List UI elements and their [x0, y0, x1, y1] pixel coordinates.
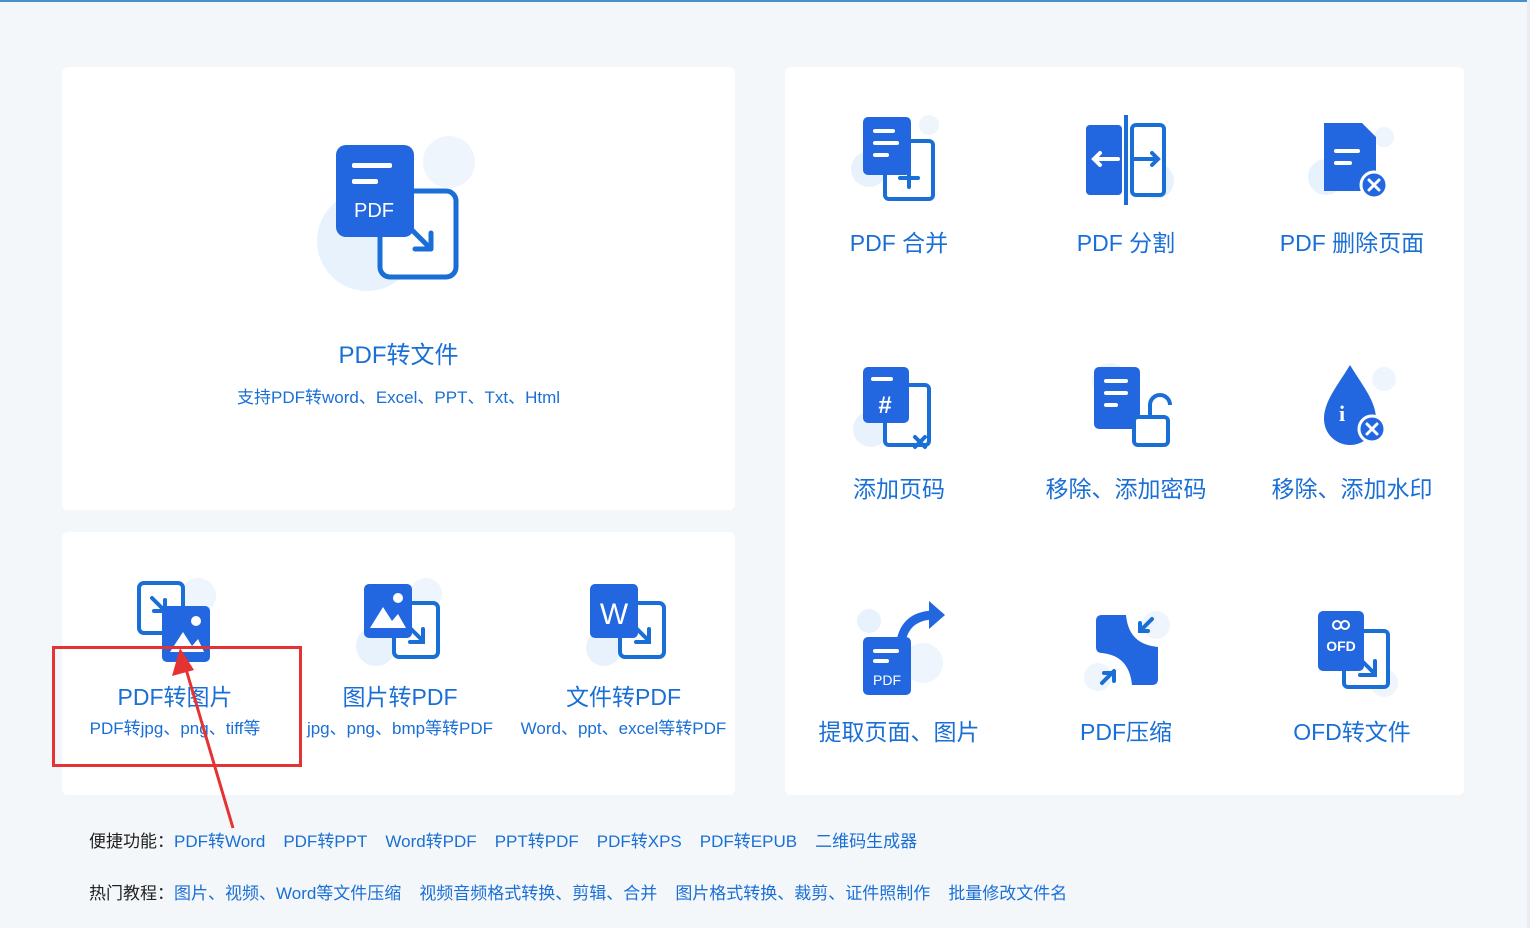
password-lock-icon	[1092, 363, 1172, 447]
highlight-box	[52, 646, 302, 767]
quick-links-label: 便捷功能：	[89, 832, 174, 851]
pdf-split-icon	[1086, 115, 1174, 205]
pdf-compress-icon	[1084, 611, 1170, 691]
file-to-pdf-tile[interactable]: W 文件转PDF Word、ppt、excel等转PDF	[512, 532, 735, 795]
tool-add-page-number[interactable]: # 添加页码	[786, 313, 1012, 553]
tool-pdf-merge[interactable]: PDF 合并	[786, 67, 1012, 307]
file-to-pdf-title: 文件转PDF	[566, 684, 681, 710]
tool-label: PDF 删除页面	[1279, 230, 1425, 256]
info-letter: i	[1339, 401, 1345, 426]
quick-link-pdf-to-word[interactable]: PDF转Word	[174, 832, 265, 851]
watermark-drop-icon: i	[1324, 365, 1396, 445]
quick-link-pdf-to-epub[interactable]: PDF转EPUB	[700, 832, 797, 851]
quick-link-qr-generator[interactable]: 二维码生成器	[815, 832, 917, 851]
pdf-label: PDF	[354, 200, 394, 222]
tutorial-link-compress[interactable]: 图片、视频、Word等文件压缩	[174, 884, 401, 903]
pdf-to-file-icon: PDF	[317, 136, 475, 291]
pdf-to-file-card[interactable]: PDF PDF转文件 支持PDF转word、Excel、PPT、Txt、Html	[62, 67, 735, 510]
pdf-label: PDF	[873, 672, 901, 688]
tool-label: PDF压缩	[1080, 719, 1172, 745]
tool-password[interactable]: 移除、添加密码	[1013, 313, 1239, 553]
tool-pdf-delete-page[interactable]: PDF 删除页面	[1239, 67, 1465, 307]
tutorials-label: 热门教程：	[89, 884, 174, 903]
word-letter: W	[600, 598, 629, 631]
page-number-icon: #	[853, 367, 931, 449]
tool-pdf-split[interactable]: PDF 分割	[1013, 67, 1239, 307]
pdf-to-file-title: PDF转文件	[338, 342, 459, 369]
file-to-pdf-icon: W	[586, 584, 666, 666]
pdf-merge-icon	[851, 115, 939, 201]
image-to-pdf-icon	[356, 578, 442, 666]
file-to-pdf-subtitle: Word、ppt、excel等转PDF	[520, 719, 727, 738]
pdf-tools-card: PDF 合并 PDF 分割 PDF 删除页面 # 添加页码 移除、添加密码 i …	[785, 67, 1464, 795]
image-to-pdf-title: 图片转PDF	[342, 684, 458, 710]
ofd-label: OFD	[1326, 638, 1356, 654]
window-top-border	[0, 0, 1530, 2]
pdf-to-file-subtitle: 支持PDF转word、Excel、PPT、Txt、Html	[236, 388, 561, 407]
tutorial-link-batch-rename[interactable]: 批量修改文件名	[948, 884, 1067, 903]
extract-page-icon: PDF	[857, 601, 945, 695]
hash-symbol: #	[878, 392, 891, 419]
tool-label: PDF 分割	[1076, 230, 1176, 256]
quick-links-row: 便捷功能：PDF转Word PDF转PPT Word转PDF PPT转PDF PDF转X…	[89, 827, 935, 852]
tool-label: 移除、添加水印	[1271, 476, 1433, 502]
tool-label: PDF 合并	[849, 230, 949, 256]
tool-label: 提取页面、图片	[818, 719, 980, 745]
tutorials-row: 热门教程：图片、视频、Word等文件压缩 视频音频格式转换、剪辑、合并 图片格式转换…	[89, 879, 1085, 904]
tool-label: 移除、添加密码	[1045, 476, 1207, 502]
quick-link-pdf-to-ppt[interactable]: PDF转PPT	[283, 832, 367, 851]
tool-pdf-compress[interactable]: PDF压缩	[1013, 555, 1239, 795]
quick-link-word-to-pdf[interactable]: Word转PDF	[385, 832, 476, 851]
pdf-delete-page-icon	[1308, 123, 1394, 200]
tool-ofd-convert[interactable]: OFD OFD转文件	[1239, 555, 1465, 795]
tool-label: OFD转文件	[1293, 719, 1411, 745]
image-to-pdf-tile[interactable]: 图片转PDF jpg、png、bmp等转PDF	[288, 532, 512, 795]
tool-extract-pages[interactable]: PDF 提取页面、图片	[786, 555, 1012, 795]
quick-link-ppt-to-pdf[interactable]: PPT转PDF	[495, 832, 579, 851]
tutorial-link-video-audio[interactable]: 视频音频格式转换、剪辑、合并	[419, 884, 657, 903]
tutorial-link-image-format[interactable]: 图片格式转换、裁剪、证件照制作	[675, 884, 930, 903]
tool-watermark[interactable]: i 移除、添加水印	[1239, 313, 1465, 553]
tool-label: 添加页码	[853, 476, 945, 502]
quick-link-pdf-to-xps[interactable]: PDF转XPS	[597, 832, 682, 851]
image-to-pdf-subtitle: jpg、png、bmp等转PDF	[306, 719, 494, 738]
ofd-convert-icon: OFD	[1318, 611, 1398, 697]
